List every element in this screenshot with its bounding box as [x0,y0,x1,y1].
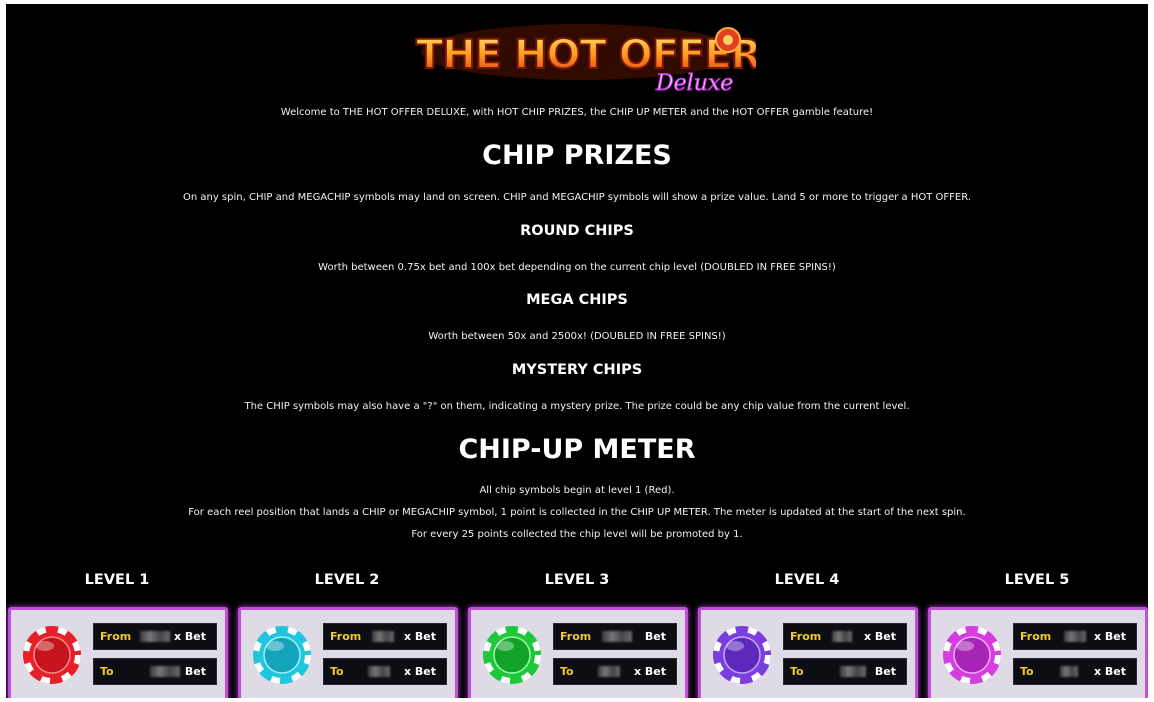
level-4-card: From x Bet To Bet [698,607,918,698]
level-4-from-row: From x Bet [783,623,907,650]
intro-text: Welcome to THE HOT OFFER DELUXE, with HO… [280,107,874,118]
to-label: To [790,665,804,678]
round-chips-heading: ROUND CHIPS [520,223,634,239]
purple-chip-icon [711,624,773,686]
redacted-value [150,666,180,677]
redacted-value [840,666,866,677]
to-value: x Bet [403,665,436,678]
from-label: From [100,630,132,643]
redacted-value [368,666,390,677]
mystery-chips-heading: MYSTERY CHIPS [511,362,643,378]
chip-up-line-1: All chip symbols begin at level 1 (Red). [479,485,675,496]
game-logo: THE HOT OFFER Deluxe [406,10,756,100]
level-1-card: From x Bet To Bet [8,607,228,698]
level-5-to-row: To x Bet [1013,658,1137,685]
svg-text:Deluxe: Deluxe [655,71,733,96]
to-label: To [330,665,344,678]
from-label: From [790,630,822,643]
level-2-to-row: To x Bet [323,658,447,685]
level-2-card: From x Bet To x Bet [238,607,458,698]
level-5-card: From x Bet To x Bet [928,607,1148,698]
level-1-from-row: From x Bet [93,623,217,650]
redacted-value [602,631,632,642]
level-5-from-row: From x Bet [1013,623,1137,650]
level-3-to-row: To x Bet [553,658,677,685]
chip-up-meter-heading: CHIP-UP METER [458,434,696,465]
from-value: x Bet [403,630,436,643]
from-label: From [560,630,592,643]
level-3-card: From Bet To x Bet [468,607,688,698]
from-value: x Bet [863,630,896,643]
magenta-chip-icon [941,624,1003,686]
paytable-panel: THE HOT OFFER Deluxe Welcome to THE HOT … [6,4,1148,698]
level-3-from-row: From Bet [553,623,677,650]
redacted-value [140,631,170,642]
to-value: Bet [874,665,896,678]
level-4-to-row: To Bet [783,658,907,685]
redacted-value [1064,631,1086,642]
mega-chips-text: Worth between 50x and 2500x! (DOUBLED IN… [428,331,726,342]
level-2-from-row: From x Bet [323,623,447,650]
from-value: Bet [644,630,666,643]
to-value: Bet [184,665,206,678]
to-value: x Bet [633,665,666,678]
redacted-value [1060,666,1078,677]
level-5-title: LEVEL 5 [1004,572,1070,588]
redacted-value [598,666,620,677]
level-3-title: LEVEL 3 [544,572,610,588]
chip-prizes-description: On any spin, CHIP and MEGACHIP symbols m… [182,192,972,203]
from-label: From [1020,630,1052,643]
redacted-value [372,631,394,642]
green-chip-icon [481,624,543,686]
chip-up-line-2: For each reel position that lands a CHIP… [188,507,966,518]
chip-prizes-heading: CHIP PRIZES [482,140,672,171]
red-chip-icon [21,624,83,686]
round-chips-text: Worth between 0.75x bet and 100x bet dep… [318,262,836,273]
to-label: To [560,665,574,678]
chip-up-line-3: For every 25 points collected the chip l… [411,529,743,540]
to-label: To [1020,665,1034,678]
level-2-title: LEVEL 2 [314,572,380,588]
from-value: x Bet [1093,630,1126,643]
redacted-value [832,631,852,642]
level-1-title: LEVEL 1 [84,572,150,588]
level-1-to-row: To Bet [93,658,217,685]
from-value: x Bet [173,630,206,643]
cyan-chip-icon [251,624,313,686]
level-4-title: LEVEL 4 [774,572,840,588]
from-label: From [330,630,362,643]
to-label: To [100,665,114,678]
to-value: x Bet [1093,665,1126,678]
mystery-chips-text: The CHIP symbols may also have a "?" on … [244,401,910,412]
mega-chips-heading: MEGA CHIPS [526,292,628,308]
